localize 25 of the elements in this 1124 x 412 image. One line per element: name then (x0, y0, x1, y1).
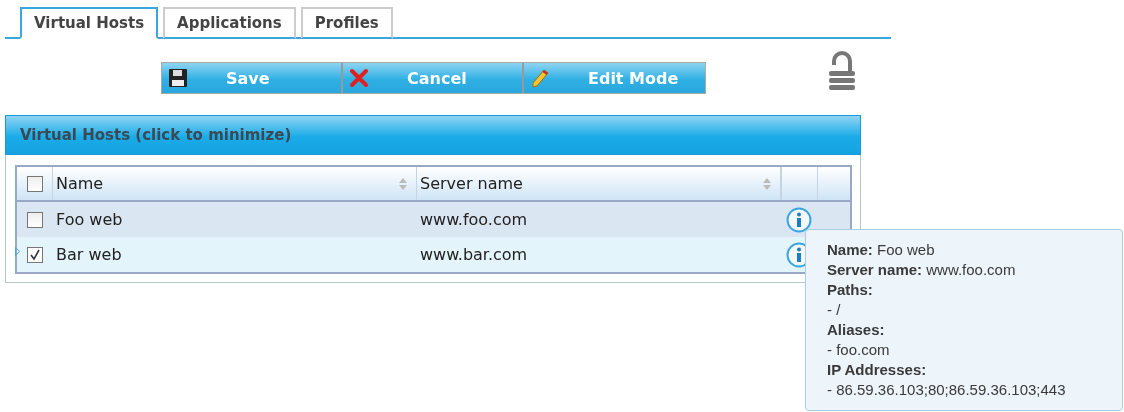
tooltip-text: - / (827, 300, 842, 320)
checkbox[interactable] (26, 175, 43, 192)
tooltip-text: IP Addresses: (827, 360, 928, 380)
tooltip-text: Name: Foo web (827, 240, 936, 260)
tab[interactable]: Applications (163, 7, 296, 39)
tab[interactable]: Virtual Hosts (20, 7, 159, 39)
info-icon[interactable] (786, 206, 812, 233)
tooltip-text: Server name: www.foo.com (827, 260, 1017, 280)
panel-header[interactable]: Virtual Hosts (click to minimize) (5, 115, 861, 155)
column-header[interactable]: Name (53, 167, 417, 200)
tooltip-text: Aliases: (827, 320, 886, 340)
tooltip-text: Paths: (827, 280, 874, 300)
table-cell-text: Foo web (55, 209, 124, 231)
table-cell-text: Bar web (55, 244, 123, 266)
table-cell-text: www.bar.com (419, 244, 529, 266)
column-header[interactable]: Server name (417, 167, 781, 200)
close-icon (349, 68, 369, 88)
tab[interactable]: Profiles (300, 7, 393, 39)
table-cell-text: www.foo.com (419, 209, 529, 231)
checkbox[interactable] (27, 246, 43, 263)
tooltip-text: - 86.59.36.103;80;86.59.36.103;443 (827, 380, 1067, 400)
tooltip-text: - foo.com (827, 340, 891, 360)
current-row-icon (15, 247, 20, 256)
pencil-icon (530, 68, 550, 88)
checkbox[interactable] (27, 211, 43, 228)
